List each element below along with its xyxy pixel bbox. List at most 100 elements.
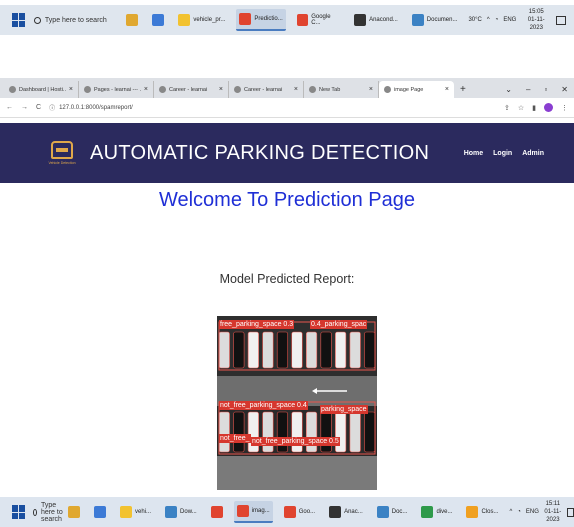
- maximize-icon[interactable]: ▫: [544, 85, 547, 94]
- taskbar-app-label: Clos...: [481, 509, 499, 515]
- tray-chevron-icon[interactable]: ^: [487, 17, 490, 23]
- tab-search-icon[interactable]: ⌄: [505, 85, 512, 94]
- close-window-icon[interactable]: ✕: [561, 85, 568, 94]
- taskbar-search[interactable]: Type here to search: [33, 16, 123, 24]
- taskbar-search[interactable]: Type here to search: [33, 502, 65, 523]
- share-icon[interactable]: ⇪: [504, 104, 510, 112]
- tab-label: Career - learnai: [244, 86, 283, 93]
- taskbar-app[interactable]: Documen...: [409, 9, 461, 31]
- minimize-icon[interactable]: –: [526, 85, 530, 94]
- taskbar-app[interactable]: vehicle_pr...: [175, 9, 228, 31]
- folder-icon: [120, 506, 133, 518]
- calculator-icon: [152, 14, 165, 26]
- browser-window: Dashboard | Hosti... × Pages - learnai ---…: [0, 78, 574, 118]
- tab-close-icon[interactable]: ×: [144, 86, 148, 93]
- taskbar-app[interactable]: vehi...: [117, 501, 154, 523]
- chrome-icon: [296, 14, 309, 26]
- site-title: AUTOMATIC PARKING DETECTION: [90, 141, 430, 164]
- tab-close-icon[interactable]: ×: [69, 86, 73, 93]
- taskbar-app-label: Anac...: [344, 509, 363, 515]
- side-panel-icon[interactable]: ▮: [532, 104, 536, 112]
- tab-label: New Tab: [319, 86, 341, 93]
- tab-close-icon[interactable]: ×: [369, 86, 373, 93]
- windows-start-icon[interactable]: [12, 13, 26, 27]
- bookmark-star-icon[interactable]: ☆: [518, 104, 524, 112]
- tab-close-icon[interactable]: ×: [294, 86, 298, 93]
- nav-home-link[interactable]: Home: [464, 150, 483, 157]
- report-title: Model Predicted Report:: [219, 272, 355, 286]
- parked-car: [305, 331, 318, 369]
- forward-icon[interactable]: →: [21, 104, 28, 111]
- parked-car: [349, 331, 361, 369]
- back-icon[interactable]: ←: [6, 104, 13, 111]
- lang-indicator[interactable]: ENG: [526, 509, 539, 515]
- taskbar-app[interactable]: Doc...: [374, 501, 411, 523]
- browser-tab[interactable]: New Tab ×: [304, 81, 379, 98]
- browser-tab[interactable]: Career - learnai ×: [154, 81, 229, 98]
- menu-kebab-icon[interactable]: ⋮: [561, 104, 568, 112]
- detection-label: 0.4_parking_spac: [310, 320, 368, 329]
- tray-chevron-icon[interactable]: ^: [509, 509, 512, 515]
- taskbar-app[interactable]: [65, 501, 83, 523]
- notification-icon[interactable]: [556, 15, 567, 25]
- url-field[interactable]: ⓘ 127.0.0.1:8000/spamreport/: [49, 103, 496, 113]
- network-icon[interactable]: ◔: [495, 17, 499, 23]
- tab-close-icon[interactable]: ×: [219, 86, 223, 93]
- windows-start-icon[interactable]: [12, 505, 25, 519]
- document-icon: [376, 506, 389, 518]
- lang-indicator[interactable]: ENG: [503, 17, 516, 23]
- parked-car: [218, 411, 230, 453]
- logo-text: Vehicle Detection: [48, 161, 76, 165]
- taskbar-app[interactable]: [208, 501, 226, 523]
- pin-icon: [384, 86, 391, 93]
- info-icon[interactable]: ⓘ: [49, 103, 55, 112]
- parked-car: [262, 331, 274, 369]
- taskbar-app[interactable]: Clos...: [463, 501, 501, 523]
- nav-login-link[interactable]: Login: [493, 150, 512, 157]
- globe-icon: [309, 86, 316, 93]
- prediction-image: free_parking_space 0.3 0.4_parking_spac …: [217, 316, 377, 490]
- site-logo[interactable]: Vehicle Detection: [42, 141, 82, 165]
- taskbar-app[interactable]: [123, 9, 141, 31]
- taskbar-app-label: Doc...: [391, 509, 408, 515]
- browser-tab[interactable]: Dashboard | Hosti... ×: [4, 81, 79, 98]
- taskbar-app[interactable]: Dow...: [162, 501, 200, 523]
- chrome-icon: [239, 13, 252, 25]
- notification-icon[interactable]: [566, 507, 574, 517]
- parked-car: [320, 331, 332, 369]
- taskbar-app[interactable]: Anacond...: [351, 9, 401, 31]
- taskbar-app[interactable]: Google C...: [294, 9, 343, 31]
- taskbar-app[interactable]: Predictio...: [236, 9, 286, 31]
- tab-label: image Page: [394, 86, 424, 93]
- taskbar-app[interactable]: [91, 501, 109, 523]
- reload-icon[interactable]: C: [36, 104, 41, 111]
- taskbar-app[interactable]: [149, 9, 167, 31]
- clock[interactable]: 15:11 01-11-2023: [544, 500, 562, 524]
- network-icon[interactable]: ◔: [517, 509, 521, 515]
- taskbar-app[interactable]: imag...: [233, 501, 273, 523]
- page-icon: [159, 86, 166, 93]
- browser-tab[interactable]: Career - learnai ×: [229, 81, 304, 98]
- clock[interactable]: 15:05 01-11-2023: [521, 8, 551, 32]
- new-tab-icon[interactable]: +: [460, 84, 466, 95]
- browser-tab[interactable]: image Page ×: [379, 81, 454, 98]
- car-logo-icon: [51, 141, 73, 159]
- parked-car: [218, 331, 230, 369]
- parked-car: [276, 411, 289, 453]
- chrome-icon: [421, 506, 434, 518]
- taskbar-app[interactable]: dive...: [418, 501, 455, 523]
- parked-car: [233, 411, 245, 453]
- parked-car: [364, 411, 376, 453]
- parked-car: [247, 411, 259, 453]
- taskbar-app-label: Anacond...: [369, 17, 398, 23]
- nav-admin-link[interactable]: Admin: [522, 150, 544, 157]
- browser-tab[interactable]: Pages - learnai --- ... ×: [79, 81, 154, 98]
- tab-close-icon[interactable]: ×: [445, 86, 449, 93]
- tab-strip: Dashboard | Hosti... × Pages - learnai ---…: [0, 78, 574, 98]
- weather-text[interactable]: 30°C: [468, 17, 481, 23]
- taskbar-app[interactable]: Goo...: [281, 501, 318, 523]
- page-icon: [234, 86, 241, 93]
- taskbar-app[interactable]: Anac...: [326, 501, 366, 523]
- tab-label: Career - learnai: [169, 86, 208, 93]
- profile-avatar[interactable]: [544, 103, 553, 112]
